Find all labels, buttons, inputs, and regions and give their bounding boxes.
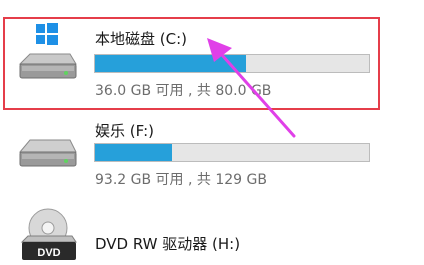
drive-name: DVD RW 驱动器 (H:) xyxy=(95,235,241,253)
usage-bar-fill xyxy=(95,144,172,161)
usage-bar xyxy=(94,143,370,162)
drive-name: 娱乐 (F:) xyxy=(95,122,154,140)
highlight-box xyxy=(3,17,380,110)
hard-drive-icon xyxy=(18,139,77,167)
drive-f-item[interactable]: 娱乐 (F:) 93.2 GB 可用 , 共 129 GB xyxy=(0,112,424,202)
dvd-drive-icon: DVD xyxy=(20,208,77,260)
drive-h-item[interactable]: DVD DVD RW 驱动器 (H:) xyxy=(0,204,424,265)
dvd-label: DVD xyxy=(37,247,60,259)
drive-space-info: 93.2 GB 可用 , 共 129 GB xyxy=(95,172,267,188)
